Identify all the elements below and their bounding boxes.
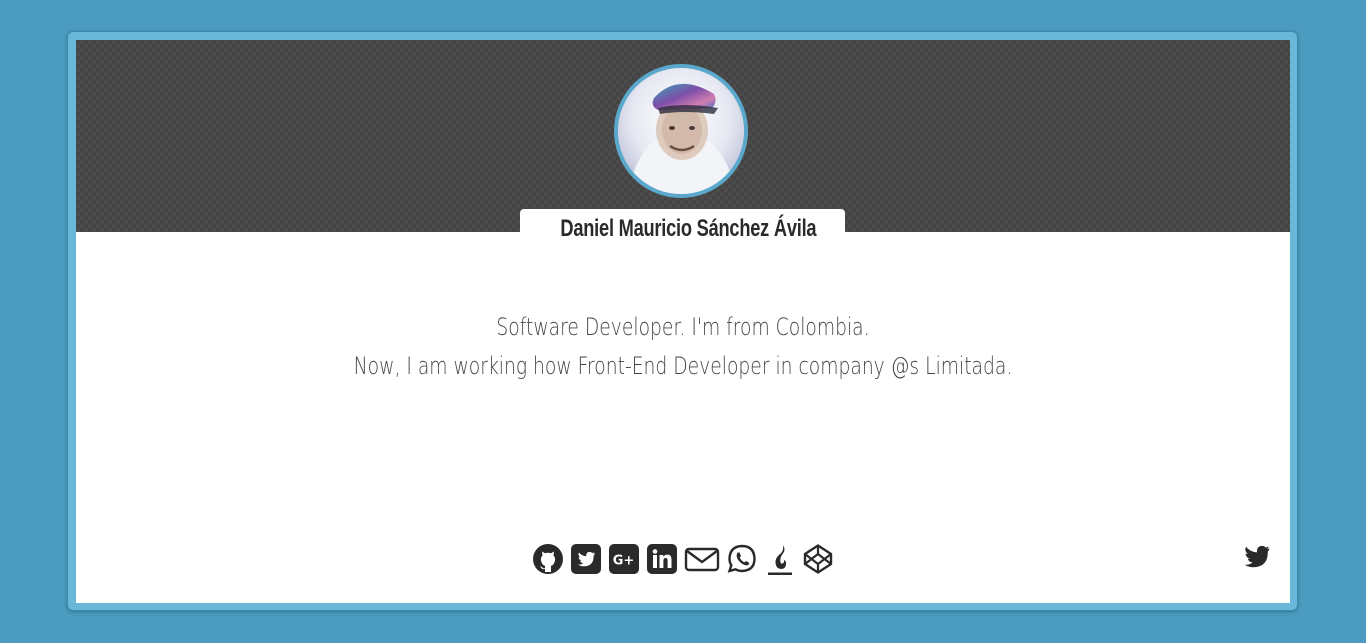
- github-icon: [533, 544, 563, 574]
- bio-line-1: Software Developer. I'm from Colombia.: [496, 313, 870, 341]
- codepen-icon: [803, 544, 833, 574]
- profile-card-frame: Daniel Mauricio Sánchez Ávila Software D…: [67, 31, 1298, 611]
- fire-link[interactable]: [764, 543, 796, 577]
- linkedin-link[interactable]: [646, 543, 678, 577]
- profile-card: Daniel Mauricio Sánchez Ávila Software D…: [76, 40, 1290, 603]
- profile-name: Daniel Mauricio Sánchez Ávila: [560, 215, 817, 242]
- email-link[interactable]: [684, 543, 720, 577]
- name-tab: Daniel Mauricio Sánchez Ávila: [520, 209, 845, 242]
- twitter-square-icon: [571, 544, 601, 574]
- header-banner: [76, 40, 1290, 232]
- envelope-icon: [684, 547, 720, 572]
- whatsapp-icon: [727, 544, 756, 573]
- google-plus-link[interactable]: G+: [608, 543, 640, 577]
- social-links: G+: [76, 543, 1290, 579]
- avatar: [614, 64, 748, 198]
- bio: Software Developer. I'm from Colombia. N…: [76, 308, 1290, 386]
- svg-text:G+: G+: [613, 554, 635, 569]
- twitter-square-link[interactable]: [570, 543, 602, 577]
- google-plus-square-icon: G+: [609, 544, 639, 574]
- twitter-icon: [1244, 545, 1270, 568]
- github-link[interactable]: [532, 543, 564, 577]
- whatsapp-link[interactable]: [726, 543, 758, 577]
- codepen-link[interactable]: [802, 543, 834, 577]
- twitter-floating-button[interactable]: [1240, 545, 1270, 571]
- fire-icon: [768, 545, 792, 575]
- linkedin-square-icon: [647, 544, 677, 574]
- avatar-photo: [618, 68, 744, 194]
- bio-line-2: Now, I am working how Front-End Develope…: [353, 352, 1013, 380]
